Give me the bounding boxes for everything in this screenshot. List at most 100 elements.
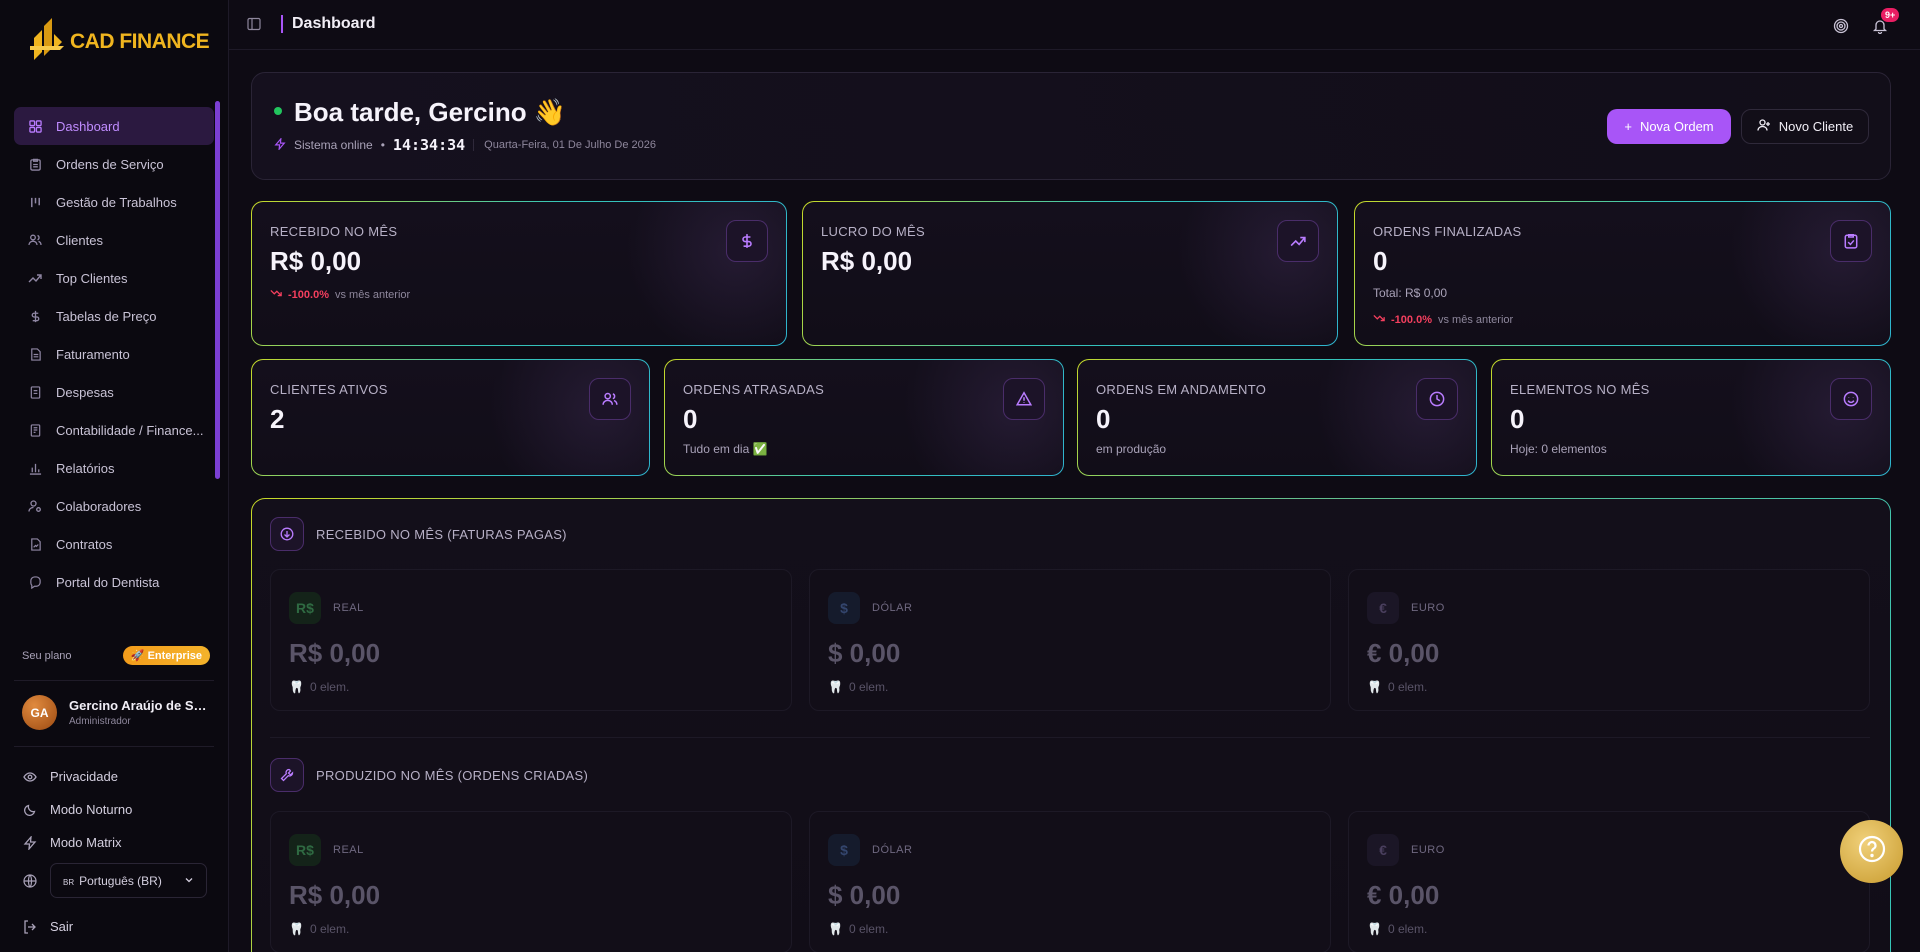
clock: 14:34:34 (392, 136, 466, 154)
receipt-icon (28, 385, 42, 399)
currency-card-real: R$ REAL R$ 0,00 🦷 0 elem. (270, 569, 792, 711)
current-date: Quarta-Feira, 01 De Julho De 2026 (473, 139, 656, 151)
sidebar-bottom-links: Privacidade Modo Noturno Modo Matrix (22, 760, 132, 859)
bolt-icon (274, 136, 286, 153)
topbar: Dashboard 9+ (229, 0, 1920, 50)
trend-indicator: -100.0% vs mês anterior (1373, 313, 1513, 326)
sidebar-item-portal-dentista[interactable]: Portal do Dentista (14, 563, 214, 601)
sidebar-nav: Dashboard Ordens de Serviço Gestão de Tr… (14, 107, 214, 613)
logo-icon (30, 18, 64, 60)
help-button[interactable] (1840, 820, 1903, 883)
sidebar-item-label: Dashboard (56, 118, 120, 134)
main-content: Dashboard 9+ Boa tarde, Gercino 👋 Sistem… (229, 0, 1920, 952)
new-client-button[interactable]: Novo Cliente (1741, 109, 1869, 144)
privacy-link[interactable]: Privacidade (22, 760, 132, 793)
sidebar-item-contabilidade[interactable]: Contabilidade / Finance... (14, 411, 214, 449)
language-flag: BR (63, 877, 75, 887)
divider (270, 737, 1870, 738)
user-plus-icon (1757, 118, 1771, 135)
language-select[interactable]: BR Português (BR) (50, 863, 207, 898)
divider (14, 680, 214, 681)
sidebar-item-label: Contabilidade / Finance... (56, 422, 204, 438)
plan-badge[interactable]: 🚀 Enterprise (122, 646, 210, 665)
file-signature-icon (28, 537, 42, 551)
euro-icon: € (1367, 834, 1399, 866)
tooth-icon: 🦷 (828, 922, 843, 936)
zap-icon (22, 835, 38, 850)
greeting: Boa tarde, Gercino 👋 (294, 97, 567, 127)
stat-card-ordens-atrasadas: ORDENS ATRASADAS 0 Tudo em dia ✅ (664, 359, 1064, 476)
currency-card-dolar: $ DÓLAR $ 0,00 🦷 0 elem. (809, 569, 1331, 711)
sidebar-item-gestao-trabalhos[interactable]: Gestão de Trabalhos (14, 183, 214, 221)
trending-up-icon (28, 271, 42, 285)
page-title: Dashboard (281, 15, 376, 33)
sidebar-item-label: Colaboradores (56, 498, 142, 514)
sidebar-item-colaboradores[interactable]: Colaboradores (14, 487, 214, 525)
logout-icon (22, 919, 38, 934)
tooth-icon: 🦷 (1367, 922, 1382, 936)
new-order-button[interactable]: + Nova Ordem (1607, 109, 1731, 144)
question-icon (1857, 834, 1887, 869)
sidebar-item-clientes[interactable]: Clientes (14, 221, 214, 259)
external-icon (28, 575, 42, 589)
users-icon (589, 378, 631, 420)
sidebar-item-contratos[interactable]: Contratos (14, 525, 214, 563)
dollar-icon: $ (828, 834, 860, 866)
euro-icon: € (1367, 592, 1399, 624)
status-row: Sistema online • 14:34:34 Quarta-Feira, … (274, 136, 656, 154)
sidebar-item-despesas[interactable]: Despesas (14, 373, 214, 411)
sidebar-item-relatorios[interactable]: Relatórios (14, 449, 214, 487)
brand-name: CAD FINANCE (70, 30, 210, 53)
dollar-icon: $ (828, 592, 860, 624)
bar-chart-icon (28, 461, 42, 475)
sidebar-toggle-icon[interactable] (247, 17, 261, 36)
stat-card-lucro: LUCRO DO MÊS R$ 0,00 (802, 201, 1338, 346)
real-icon: R$ (289, 592, 321, 624)
clipboard-check-icon (1830, 220, 1872, 262)
sidebar-item-top-clientes[interactable]: Top Clientes (14, 259, 214, 297)
tooth-icon: 🦷 (289, 922, 304, 936)
clock-icon (1416, 378, 1458, 420)
section-header-produzido: PRODUZIDO NO MÊS (ORDENS CRIADAS) (270, 758, 588, 792)
tooth-icon: 🦷 (828, 680, 843, 694)
section-header-recebido: RECEBIDO NO MÊS (FATURAS PAGAS) (270, 517, 567, 551)
trend-indicator: -100.0% vs mês anterior (270, 288, 410, 301)
book-icon (28, 423, 42, 437)
matrix-mode-toggle[interactable]: Modo Matrix (22, 826, 132, 859)
online-indicator (274, 107, 282, 115)
trending-down-icon (270, 288, 282, 301)
smile-icon (1830, 378, 1872, 420)
plus-icon: + (1624, 119, 1632, 134)
logout-link[interactable]: Sair (22, 910, 73, 943)
sidebar: CAD FINANCE Dashboard Ordens de Serviço … (0, 0, 229, 952)
real-icon: R$ (289, 834, 321, 866)
sidebar-item-tabelas-preco[interactable]: Tabelas de Preço (14, 297, 214, 335)
sidebar-item-label: Faturamento (56, 346, 130, 362)
sidebar-item-label: Contratos (56, 536, 113, 552)
eye-icon (22, 770, 38, 784)
sidebar-item-dashboard[interactable]: Dashboard (14, 107, 214, 145)
stat-card-elementos: ELEMENTOS NO MÊS 0 Hoje: 0 elementos (1491, 359, 1891, 476)
dark-mode-toggle[interactable]: Modo Noturno (22, 793, 132, 826)
grid-icon (28, 119, 42, 133)
file-text-icon (28, 347, 42, 361)
avatar: GA (22, 695, 57, 730)
language-row: BR Português (BR) (22, 863, 207, 898)
user-cog-icon (28, 499, 42, 513)
stat-card-ordens-finalizadas: ORDENS FINALIZADAS 0 Total: R$ 0,00 -100… (1354, 201, 1891, 346)
sidebar-item-label: Tabelas de Preço (56, 308, 157, 324)
stat-card-clientes-ativos: CLIENTES ATIVOS 2 (251, 359, 650, 476)
globe-icon (22, 873, 38, 888)
target-icon[interactable] (1833, 18, 1849, 39)
sidebar-item-ordens-servico[interactable]: Ordens de Serviço (14, 145, 214, 183)
sidebar-scrollbar[interactable] (215, 101, 220, 479)
trending-up-icon (1277, 220, 1319, 262)
tooth-icon: 🦷 (289, 680, 304, 694)
currency-card-euro: € EURO € 0,00 🦷 0 elem. (1348, 569, 1870, 711)
sidebar-item-faturamento[interactable]: Faturamento (14, 335, 214, 373)
user-name: Gercino Araújo de Sou... (69, 698, 211, 713)
arrow-down-circle-icon (270, 517, 304, 551)
user-profile[interactable]: GA Gercino Araújo de Sou... Administrado… (22, 695, 211, 730)
brand-logo[interactable]: CAD FINANCE (28, 16, 210, 68)
sidebar-item-label: Relatórios (56, 460, 115, 476)
